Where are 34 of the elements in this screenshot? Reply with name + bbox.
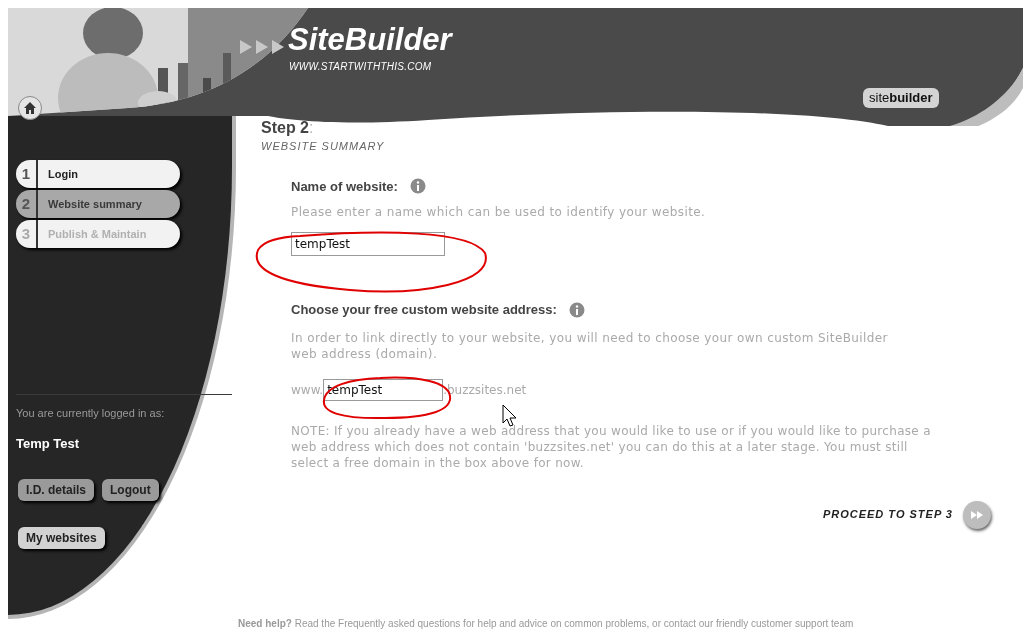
step-tab[interactable]: 1 Login — [16, 160, 180, 188]
account-button[interactable]: I.D. details — [18, 479, 95, 501]
footer-help-text: Need help? Read the Frequently asked questions for help and advice on common problems, or contact our friendly customer support team — [238, 617, 854, 631]
field-label: Choose your free custom website address: — [291, 301, 557, 319]
colon: : — [309, 118, 314, 138]
tagline: WWW.STARTWITHTHIS.COM — [289, 61, 432, 73]
step-number: 1 — [16, 160, 38, 188]
brand-tab-text: sitebuilder — [863, 88, 939, 108]
arrows-icon — [240, 40, 286, 54]
account-button[interactable]: Logout — [102, 479, 159, 501]
step-subtitle: WEBSITE SUMMARY — [261, 139, 386, 154]
field-hint: Please enter a name which can be used to identify your website. — [291, 204, 707, 220]
field-hint: In order to link directly to your website, you will need to choose your own custom SiteBuilder web address (domain). — [291, 329, 889, 362]
website-name-field[interactable]: tempTest — [291, 232, 445, 256]
step-label: Website summary — [47, 196, 142, 212]
user-name: Temp Test — [16, 434, 81, 453]
fast-forward-icon — [971, 510, 983, 519]
proceed-button[interactable] — [963, 500, 991, 529]
proceed-label: PROCEED TO STEP 3 — [822, 507, 953, 523]
field-label: Name of website: — [291, 177, 398, 196]
account-button[interactable]: My websites — [18, 527, 105, 549]
step-title: Step 2 — [261, 118, 309, 138]
note-text: NOTE: If you already have a web address that you would like to use or if you would like to purchase a web address which does not contain 'buzzsites.net' you can do this at a later stage. You must still select a free domain in the box above for now. — [291, 422, 931, 471]
login-caption: You are currently logged in as: — [16, 406, 166, 421]
step-label: Publish & Maintain — [47, 226, 147, 242]
info-icon[interactable] — [409, 178, 426, 195]
step-number: 3 — [16, 220, 38, 248]
step-label: Login — [47, 166, 78, 182]
step-number: 2 — [16, 190, 38, 218]
cursor-icon — [502, 404, 517, 427]
address-prefix: www. — [291, 381, 324, 399]
logo-text: SiteBuilder — [288, 22, 452, 58]
step-tab[interactable]: 2 Website summary — [16, 190, 180, 218]
info-icon[interactable] — [568, 301, 585, 318]
